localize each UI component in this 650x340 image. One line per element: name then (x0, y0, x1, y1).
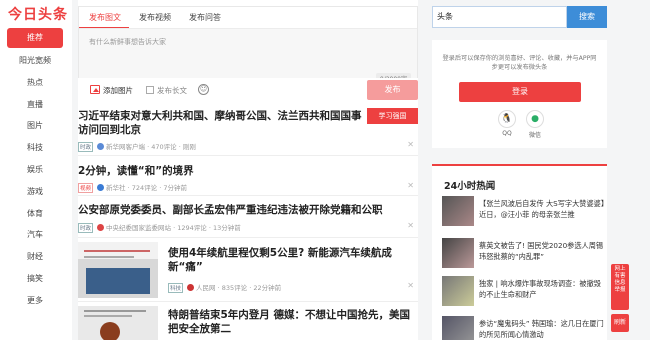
comment-count[interactable]: 724评论 (132, 184, 157, 192)
hot-news-text[interactable]: 【张兰风波后自发传 大S写字大赞婆婆】近日，@汪小菲 的母亲张兰推 (479, 198, 607, 220)
dismiss-icon[interactable]: ✕ (407, 281, 414, 290)
nav-item-images[interactable]: 图片 (7, 115, 63, 137)
tab-post-video[interactable]: 发布视频 (129, 7, 179, 28)
source-avatar (97, 224, 105, 231)
nav-item-entertainment[interactable]: 娱乐 (7, 159, 63, 181)
login-tip: 登录后可以保存你的浏览喜好、评论、收藏，并与APP同步更可以发布微头条 (442, 55, 597, 71)
list-item[interactable]: 2分钟，读懂“和”的境界 视频 新华社 · 724评论 · 7分钟前 ✕ (78, 158, 418, 196)
dismiss-icon[interactable]: ✕ (407, 140, 414, 149)
site-logo[interactable]: 今日头条 (8, 4, 68, 24)
composer-tabs: 发布图文 发布视频 发布问答 (79, 7, 417, 29)
nav-item-video[interactable]: 阳光宽频 (7, 50, 63, 72)
dismiss-icon[interactable]: ✕ (407, 221, 414, 230)
channel-nav: 推荐 阳光宽频 热点 直播 图片 科技 娱乐 游戏 体育 汽车 财经 搞笑 更多 (7, 28, 63, 312)
article-title[interactable]: 使用4年续航里程仅剩5公里? 新能源汽车续航成新“痛” (168, 246, 408, 274)
emoji-icon[interactable]: ☺ (198, 84, 209, 95)
hot-news-item[interactable]: 参访“魔鬼码头” 韩国瑜：这几日在厦门的所见所闻心情激动 (442, 316, 607, 340)
login-button[interactable]: 登录 (459, 82, 581, 102)
tab-post-question[interactable]: 发布问答 (179, 7, 229, 28)
comment-count[interactable]: 1294评论 (177, 224, 207, 232)
article-title[interactable]: 特朗普结束5年内登月 德媒：不想让中国抢先，美国把安全放第二 (168, 308, 413, 336)
nav-item-finance[interactable]: 财经 (7, 246, 63, 268)
search-input[interactable]: 头条 (432, 6, 567, 28)
hot-news-panel: 24小时热闻 【张兰风波后自发传 大S写字大赞婆婆】近日，@汪小菲 的母亲张兰推… (432, 164, 607, 340)
article-title[interactable]: 习近平结束对意大利共和国、摩纳哥公国、法兰西共和国国事访问回到北京 (78, 109, 363, 137)
hot-news-item[interactable]: 蔡英文被告了! 国民党2020参选人周锡玮怒批蔡的“内乱罪” (442, 238, 607, 272)
hot-news-text[interactable]: 蔡英文被告了! 国民党2020参选人周锡玮怒批蔡的“内乱罪” (479, 240, 607, 262)
nav-item-sports[interactable]: 体育 (7, 203, 63, 225)
source-avatar (97, 184, 105, 191)
nav-item-recommend[interactable]: 推荐 (7, 28, 63, 48)
hot-news-thumbnail[interactable] (442, 196, 474, 226)
list-item[interactable]: 习近平结束对意大利共和国、摩纳哥公国、法兰西共和国国事访问回到北京 学习强国 时… (78, 106, 418, 156)
hot-news-title: 24小时热闻 (444, 181, 496, 192)
image-icon (90, 85, 100, 94)
source-name[interactable]: 中央纪委国家监委网站 (106, 224, 171, 232)
nav-item-more[interactable]: 更多 (7, 290, 63, 312)
article-thumbnail[interactable] (78, 306, 158, 340)
wechat-login[interactable]: ● 微信 (522, 110, 548, 139)
tab-post-article[interactable]: 发布图文 (79, 7, 129, 28)
list-item[interactable]: 公安部原党委委员、副部长孟宏伟严重违纪违法被开除党籍和公职 时政 中央纪委国家监委… (78, 198, 418, 238)
wechat-label: 微信 (528, 132, 541, 139)
article-title[interactable]: 2分钟，读懂“和”的境界 (78, 164, 408, 178)
publish-time: 7分钟前 (163, 184, 187, 192)
publish-time: 22分钟前 (253, 284, 282, 292)
comment-count[interactable]: 470评论 (151, 143, 176, 151)
add-image-button[interactable]: 添加图片 (90, 85, 133, 96)
hot-news-item[interactable]: 独家 | 响水爆炸事故现场调查：被撤毁的不止生命和财产 (442, 276, 607, 310)
hot-news-thumbnail[interactable] (442, 238, 474, 268)
source-name[interactable]: 人民网 (196, 284, 216, 292)
source-name[interactable]: 新华社 (106, 184, 126, 192)
hot-news-text[interactable]: 独家 | 响水爆炸事故现场调查：被撤毁的不止生命和财产 (479, 278, 607, 300)
category-tag: 科技 (168, 283, 184, 293)
ad-banner[interactable]: 学习强国 (367, 108, 418, 124)
category-tag: 时政 (78, 142, 94, 152)
long-post-checkbox[interactable]: 发布长文 (146, 85, 187, 96)
article-meta: 时政 中央纪委国家监委网站 · 1294评论 · 13分钟前 (78, 223, 241, 233)
hot-news-thumbnail[interactable] (442, 316, 474, 340)
refresh-button[interactable]: 刷新 (611, 314, 629, 332)
list-item[interactable]: 使用4年续航里程仅剩5公里? 新能源汽车续航成新“痛” 科技 人民网 · 835评… (78, 240, 418, 302)
checkbox-icon (146, 86, 154, 94)
login-panel: 登录后可以保存你的浏览喜好、评论、收藏，并与APP同步更可以发布微头条 登录 🐧… (432, 40, 607, 148)
category-tag: 时政 (78, 223, 94, 233)
publish-time: 刚刚 (182, 143, 196, 151)
source-avatar (187, 284, 195, 291)
composer-input[interactable]: 有什么新鲜事想告诉大家 (89, 37, 166, 47)
source-avatar (97, 143, 105, 150)
article-meta: 时政 新华网客户端 · 470评论 · 刚刚 (78, 142, 196, 152)
nav-item-games[interactable]: 游戏 (7, 181, 63, 203)
hot-news-thumbnail[interactable] (442, 276, 474, 306)
nav-item-hot[interactable]: 热点 (7, 72, 63, 94)
search-button[interactable]: 搜索 (567, 6, 607, 28)
nav-item-tech[interactable]: 科技 (7, 137, 63, 159)
composer-toolbar: 添加图片 发布长文 ☺ 发布 (78, 78, 418, 104)
article-meta: 科技 人民网 · 835评论 · 22分钟前 (168, 283, 282, 293)
report-label: 网上有害信息举报 (614, 266, 626, 293)
hot-news-text[interactable]: 参访“魔鬼码头” 韩国瑜：这几日在厦门的所见所闻心情激动 (479, 318, 607, 340)
publish-time: 13分钟前 (212, 224, 241, 232)
long-post-label: 发布长文 (157, 86, 187, 95)
article-meta: 视频 新华社 · 724评论 · 7分钟前 (78, 183, 187, 193)
wechat-icon: ● (526, 110, 544, 128)
list-item[interactable]: 特朗普结束5年内登月 德媒：不想让中国抢先，美国把安全放第二 (78, 304, 418, 340)
source-name[interactable]: 新华网客户端 (106, 143, 145, 151)
hot-news-item[interactable]: 【张兰风波后自发传 大S写字大赞婆婆】近日，@汪小菲 的母亲张兰推 (442, 196, 607, 230)
dismiss-icon[interactable]: ✕ (407, 181, 414, 190)
add-image-label: 添加图片 (103, 86, 133, 95)
report-button[interactable]: 网上有害信息举报 (611, 264, 629, 310)
qq-login[interactable]: 🐧 QQ (494, 110, 520, 137)
article-title[interactable]: 公安部原党委委员、副部长孟宏伟严重违纪违法被开除党籍和公职 (78, 203, 413, 217)
publish-button[interactable]: 发布 (367, 80, 418, 100)
article-thumbnail[interactable] (78, 242, 158, 298)
left-sidebar: 今日头条 推荐 阳光宽频 热点 直播 图片 科技 娱乐 游戏 体育 汽车 财经 … (0, 0, 72, 340)
nav-item-live[interactable]: 直播 (7, 94, 63, 116)
comment-count[interactable]: 835评论 (222, 284, 247, 292)
qq-label: QQ (502, 130, 512, 137)
category-tag: 视频 (78, 183, 94, 193)
nav-item-funny[interactable]: 搞笑 (7, 268, 63, 290)
nav-item-cars[interactable]: 汽车 (7, 224, 63, 246)
qq-icon: 🐧 (498, 110, 516, 128)
